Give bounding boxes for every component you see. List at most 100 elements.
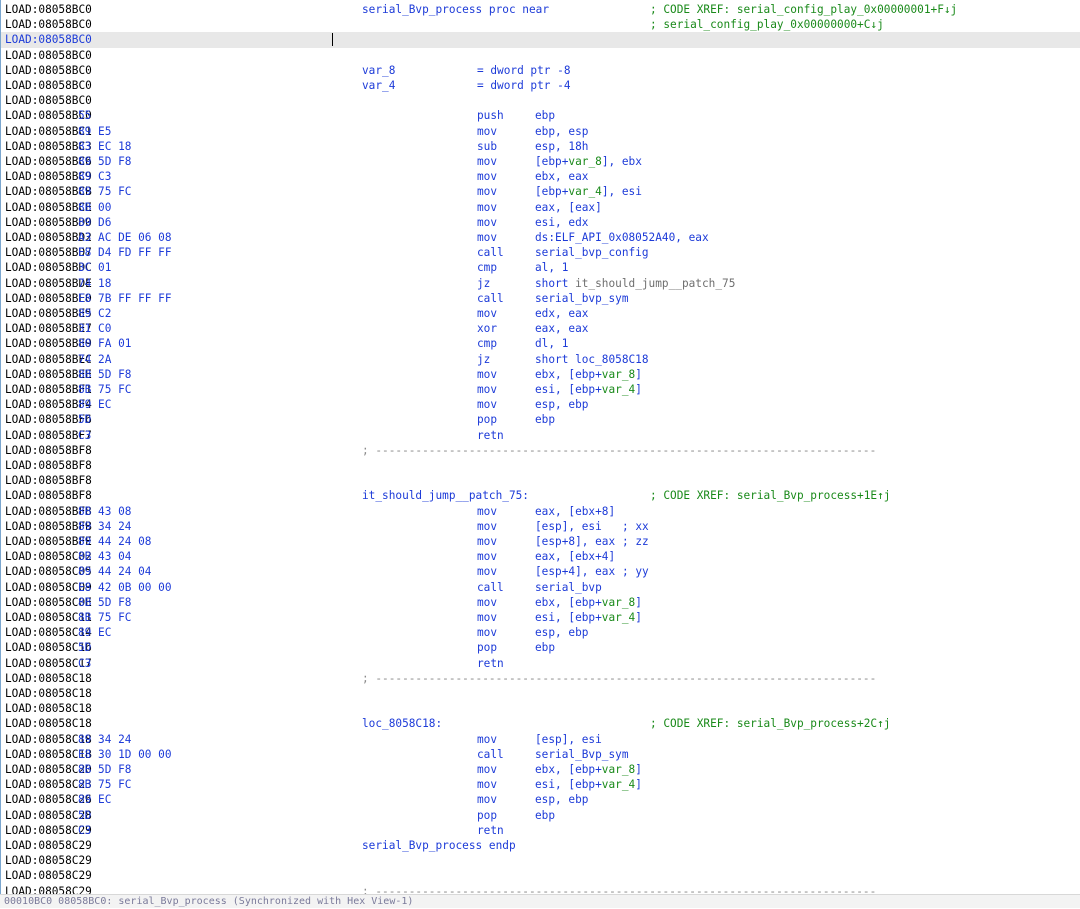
listing-row[interactable]: LOAD:08058BC1 89 E5 mov ebp, esp: [0, 124, 1080, 139]
code-label[interactable]: it_should_jump__patch_75:: [362, 488, 529, 503]
listing-row[interactable]: LOAD:08058C18 89 34 24 mov [esp], esi: [0, 732, 1080, 747]
stack-var-ref[interactable]: var_8: [602, 763, 635, 776]
listing-row[interactable]: LOAD:08058BDC 3C 01 cmp al, 1: [0, 260, 1080, 275]
address[interactable]: LOAD:08058BC0: [5, 78, 92, 93]
stack-var-ref[interactable]: var_4: [568, 185, 601, 198]
stack-var-ref[interactable]: var_4: [602, 383, 635, 396]
listing-row[interactable]: LOAD:08058C28 5D pop ebp: [0, 808, 1080, 823]
listing-row[interactable]: LOAD:08058C09 E8 42 0B 00 00 call serial_bv…: [0, 580, 1080, 595]
address[interactable]: LOAD:08058BF8: [5, 443, 92, 458]
code-label[interactable]: serial_Bvp_process proc near: [362, 2, 549, 17]
listing-row[interactable]: LOAD:08058BF4 89 EC mov esp, ebp: [0, 397, 1080, 412]
code-label[interactable]: var_8: [362, 63, 395, 78]
address[interactable]: LOAD:08058C29: [5, 853, 92, 868]
address[interactable]: LOAD:08058C29: [5, 838, 92, 853]
listing-row[interactable]: LOAD:08058BFB 89 34 24 mov [esp], esi; xx: [0, 519, 1080, 534]
operand-text: ebp: [535, 808, 556, 822]
address[interactable]: LOAD:08058BC0: [5, 48, 92, 63]
address[interactable]: LOAD:08058C29: [5, 884, 92, 894]
listing-row[interactable]: LOAD:08058BE0 E8 7B FF FF FF call serial_bv…: [0, 291, 1080, 306]
listing-row[interactable]: LOAD:08058C18 ; -------------------------…: [0, 671, 1080, 686]
listing-row[interactable]: LOAD:08058C0E 8B 5D F8 mov ebx, [ebp+var_8]: [0, 595, 1080, 610]
listing-row[interactable]: LOAD:08058BE9 80 FA 01 cmp dl, 1: [0, 336, 1080, 351]
code-xref-comment[interactable]: ; CODE XREF: serial_config_play_0x000000…: [650, 2, 957, 17]
address[interactable]: LOAD:08058C18: [5, 701, 92, 716]
listing-row[interactable]: LOAD:08058C29 ; -------------------------…: [0, 884, 1080, 894]
stack-var-ref[interactable]: var_4: [602, 611, 635, 624]
listing-row[interactable]: LOAD:08058BE5 89 C2 mov edx, eax: [0, 306, 1080, 321]
listing-row[interactable]: LOAD:08058BC0 var_8 = dword ptr -8: [0, 63, 1080, 78]
listing-row[interactable]: LOAD:08058BFE 89 44 24 08 mov [esp+8], eax;…: [0, 534, 1080, 549]
address[interactable]: LOAD:08058C18: [5, 671, 92, 686]
listing-row[interactable]: LOAD:08058BC0 serial_Bvp_process proc nea…: [0, 2, 1080, 17]
listing-row[interactable]: LOAD:08058BF8: [0, 473, 1080, 488]
listing-row[interactable]: LOAD:08058BCE 8B 00 mov eax, [eax]: [0, 200, 1080, 215]
code-label[interactable]: var_4: [362, 78, 395, 93]
listing-row[interactable]: LOAD:08058C05 89 44 24 04 mov [esp+4], eax;…: [0, 564, 1080, 579]
address[interactable]: LOAD:08058BC0: [5, 63, 92, 78]
address[interactable]: LOAD:08058BC0: [5, 32, 92, 47]
listing-row[interactable]: LOAD:08058BC0 var_4 = dword ptr -4: [0, 78, 1080, 93]
stack-var-ref[interactable]: var_4: [602, 778, 635, 791]
address[interactable]: LOAD:08058C18: [5, 686, 92, 701]
address[interactable]: LOAD:08058C18: [5, 716, 92, 731]
listing-row[interactable]: LOAD:08058BF8: [0, 458, 1080, 473]
address[interactable]: LOAD:08058BC0: [5, 93, 92, 108]
code-xref-comment[interactable]: ; CODE XREF: serial_Bvp_process+2C↑j: [650, 716, 890, 731]
address[interactable]: LOAD:08058BC0: [5, 17, 92, 32]
address[interactable]: LOAD:08058BF8: [5, 458, 92, 473]
listing-row[interactable]: LOAD:08058BC0: [0, 32, 1080, 48]
listing-row[interactable]: LOAD:08058BC0: [0, 48, 1080, 63]
listing-row[interactable]: LOAD:08058C26 89 EC mov esp, ebp: [0, 792, 1080, 807]
code-label[interactable]: loc_8058C18:: [362, 716, 442, 731]
listing-row[interactable]: LOAD:08058C18: [0, 686, 1080, 701]
listing-row[interactable]: LOAD:08058BD0 89 D6 mov esi, edx: [0, 215, 1080, 230]
address[interactable]: LOAD:08058BF8: [5, 473, 92, 488]
address[interactable]: LOAD:08058BC0: [5, 2, 92, 17]
listing-row[interactable]: LOAD:08058BC3 83 EC 18 sub esp, 18h: [0, 139, 1080, 154]
listing-row[interactable]: LOAD:08058C17 C3 retn: [0, 656, 1080, 671]
listing-row[interactable]: LOAD:08058C29: [0, 853, 1080, 868]
jump-target-ref[interactable]: it_should_jump__patch_75: [575, 277, 735, 290]
listing-row[interactable]: LOAD:08058C1B E8 30 1D 00 00 call serial_Bv…: [0, 747, 1080, 762]
listing-row[interactable]: LOAD:08058BF7 C3 retn: [0, 428, 1080, 443]
stack-var-ref[interactable]: var_8: [602, 368, 635, 381]
address[interactable]: LOAD:08058C29: [5, 868, 92, 883]
listing-row[interactable]: LOAD:08058BF8 ; -------------------------…: [0, 443, 1080, 458]
disassembly-listing[interactable]: LOAD:08058BC0 serial_Bvp_process proc nea…: [0, 0, 1080, 894]
listing-row[interactable]: LOAD:08058BC0 55 push ebp: [0, 108, 1080, 123]
stack-var-ref[interactable]: var_8: [568, 155, 601, 168]
listing-row[interactable]: LOAD:08058BEE 8B 5D F8 mov ebx, [ebp+var_8]: [0, 367, 1080, 382]
listing-row[interactable]: LOAD:08058BD7 E8 D4 FD FF FF call serial_bv…: [0, 245, 1080, 260]
listing-row[interactable]: LOAD:08058BC0 ; serial_config_play_0x0000…: [0, 17, 1080, 32]
listing-row[interactable]: LOAD:08058C16 5D pop ebp: [0, 640, 1080, 655]
listing-row[interactable]: LOAD:08058BF8 it_should_jump__patch_75: ; …: [0, 488, 1080, 503]
listing-row[interactable]: LOAD:08058C29: [0, 868, 1080, 883]
code-xref-comment[interactable]: ; serial_config_play_0x00000000+C↓j: [650, 17, 884, 32]
listing-row[interactable]: LOAD:08058C18: [0, 701, 1080, 716]
listing-row[interactable]: LOAD:08058C18 loc_8058C18: ; CODE XREF: se…: [0, 716, 1080, 731]
listing-row[interactable]: LOAD:08058BCB 89 75 FC mov [ebp+var_4], esi: [0, 184, 1080, 199]
listing-row[interactable]: LOAD:08058BD2 A3 AC DE 06 08 mov ds:ELF_API…: [0, 230, 1080, 245]
listing-row[interactable]: LOAD:08058C02 8B 43 04 mov eax, [ebx+4]: [0, 549, 1080, 564]
listing-row[interactable]: LOAD:08058BC9 89 C3 mov ebx, eax: [0, 169, 1080, 184]
stack-var-ref[interactable]: var_8: [602, 596, 635, 609]
listing-row[interactable]: LOAD:08058BEC 74 2A jz short loc_8058C18: [0, 352, 1080, 367]
listing-row[interactable]: LOAD:08058C11 8B 75 FC mov esi, [ebp+var_4]: [0, 610, 1080, 625]
listing-row[interactable]: LOAD:08058C20 8B 5D F8 mov ebx, [ebp+var_8]: [0, 762, 1080, 777]
code-label[interactable]: serial_Bvp_process endp: [362, 838, 516, 853]
operand-text: ebx, [ebp+: [535, 367, 602, 381]
listing-row[interactable]: LOAD:08058BF6 5D pop ebp: [0, 412, 1080, 427]
address[interactable]: LOAD:08058BF8: [5, 488, 92, 503]
listing-row[interactable]: LOAD:08058BDE 74 18 jz short it_should_jump…: [0, 276, 1080, 291]
listing-row[interactable]: LOAD:08058BF1 8B 75 FC mov esi, [ebp+var_4]: [0, 382, 1080, 397]
listing-row[interactable]: LOAD:08058BC6 89 5D F8 mov [ebp+var_8], ebx: [0, 154, 1080, 169]
listing-row[interactable]: LOAD:08058BC0: [0, 93, 1080, 108]
listing-row[interactable]: LOAD:08058C23 8B 75 FC mov esi, [ebp+var_4]: [0, 777, 1080, 792]
listing-row[interactable]: LOAD:08058BF8 8B 43 08 mov eax, [ebx+8]: [0, 504, 1080, 519]
listing-row[interactable]: LOAD:08058C29 serial_Bvp_process endp: [0, 838, 1080, 853]
listing-row[interactable]: LOAD:08058C29 C3 retn: [0, 823, 1080, 838]
code-xref-comment[interactable]: ; CODE XREF: serial_Bvp_process+1E↑j: [650, 488, 890, 503]
listing-row[interactable]: LOAD:08058C14 89 EC mov esp, ebp: [0, 625, 1080, 640]
listing-row[interactable]: LOAD:08058BE7 31 C0 xor eax, eax: [0, 321, 1080, 336]
